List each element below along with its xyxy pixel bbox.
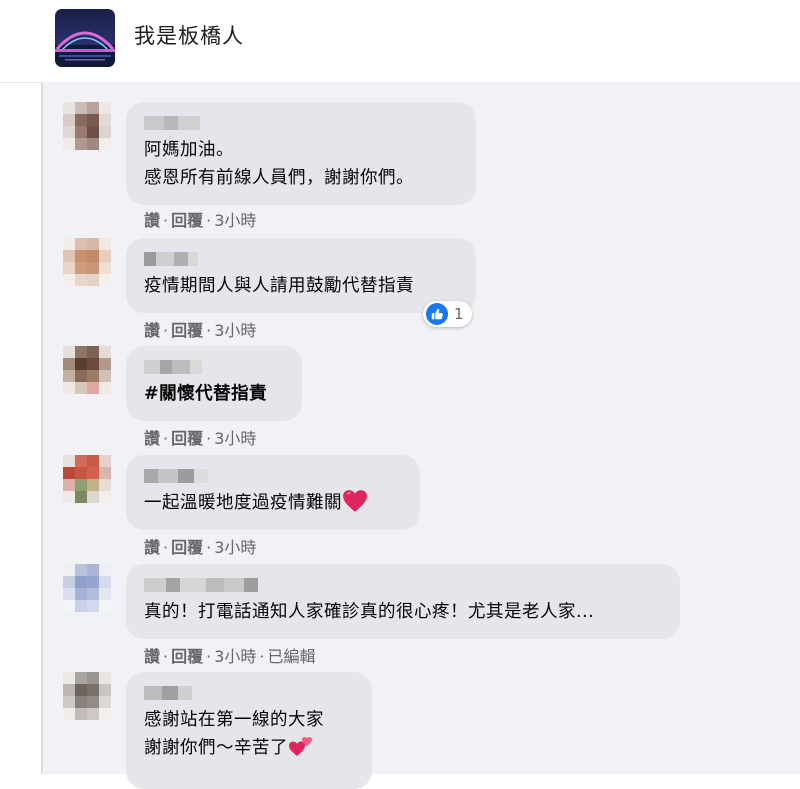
like-link[interactable]: 讚 (144, 538, 160, 557)
two-hearts-icon (289, 737, 312, 756)
reaction-count[interactable]: 1 (423, 301, 472, 327)
timestamp[interactable]: 3小時 (214, 538, 256, 557)
avatar[interactable] (63, 564, 111, 612)
timestamp[interactable]: 3小時 (214, 429, 256, 448)
avatar[interactable] (63, 238, 111, 286)
reaction-number: 1 (454, 305, 464, 323)
comment-bubble: 疫情期間人與人請用鼓勵代替指責 (126, 238, 476, 313)
edited-label[interactable]: 已編輯 (268, 647, 316, 666)
comment-text: 真的！打電話通知人家確診真的很心疼！尤其是老人家... (144, 602, 595, 622)
commenter-name[interactable] (144, 682, 354, 704)
comment-text: 感恩所有前線人員們，謝謝你們。 (144, 168, 414, 188)
comment-text: 謝謝你們～辛苦了 (144, 734, 354, 762)
comment-bubble: 真的！打電話通知人家確診真的很心疼！尤其是老人家... (126, 564, 680, 639)
avatar[interactable] (63, 346, 111, 394)
comment-actions: 讚 · 回覆 · 3小時 · 已編輯 (144, 647, 316, 666)
timestamp[interactable]: 3小時 (214, 647, 256, 666)
commenter-name[interactable] (144, 112, 458, 134)
comment-actions: 讚 · 回覆 · 3小時 (144, 538, 257, 557)
timestamp[interactable]: 3小時 (214, 321, 256, 340)
timestamp[interactable]: 3小時 (214, 211, 256, 230)
comment-bubble: 感謝站在第一線的大家 謝謝你們～辛苦了 (126, 672, 372, 789)
group-name[interactable]: 我是板橋人 (134, 20, 244, 50)
avatar[interactable] (63, 455, 111, 503)
avatar[interactable] (63, 102, 111, 150)
commenter-name[interactable] (144, 248, 458, 270)
reply-link[interactable]: 回覆 (171, 538, 203, 557)
hashtag-link[interactable]: #關懷代替指責 (144, 380, 284, 408)
like-link[interactable]: 讚 (144, 321, 160, 340)
comment-bubble: #關懷代替指責 (126, 346, 302, 421)
commenter-name[interactable] (144, 465, 402, 487)
comment-text: 一起溫暖地度過疫情難關 (144, 489, 402, 517)
avatar[interactable] (63, 672, 111, 720)
comment-bubble: 阿媽加油。 感恩所有前線人員們，謝謝你們。 (126, 102, 476, 205)
group-avatar[interactable] (55, 9, 115, 67)
like-link[interactable]: 讚 (144, 211, 160, 230)
red-heart-icon (343, 490, 367, 512)
comment-actions: 讚 · 回覆 · 3小時 (144, 211, 257, 230)
comment-text: 感謝站在第一線的大家 (144, 710, 324, 730)
thumbs-up-icon (426, 303, 448, 325)
comment-bubble: 一起溫暖地度過疫情難關 (126, 455, 420, 530)
comment-actions: 讚 · 回覆 · 3小時 (144, 321, 257, 340)
comment-actions: 讚 · 回覆 · 3小時 (144, 429, 257, 448)
comment-feed: 阿媽加油。 感恩所有前線人員們，謝謝你們。 讚 · 回覆 · 3小時 疫情期間人與人請用… (41, 82, 800, 789)
group-header: 我是板橋人 (0, 0, 800, 83)
reply-link[interactable]: 回覆 (171, 211, 203, 230)
reply-link[interactable]: 回覆 (171, 647, 203, 666)
comment-text: 疫情期間人與人請用鼓勵代替指責 (144, 276, 414, 296)
like-link[interactable]: 讚 (144, 429, 160, 448)
reply-link[interactable]: 回覆 (171, 429, 203, 448)
like-link[interactable]: 讚 (144, 647, 160, 666)
commenter-name[interactable] (144, 356, 284, 378)
comment-text: 阿媽加油。 (144, 140, 234, 160)
commenter-name[interactable] (144, 574, 662, 596)
reply-link[interactable]: 回覆 (171, 321, 203, 340)
